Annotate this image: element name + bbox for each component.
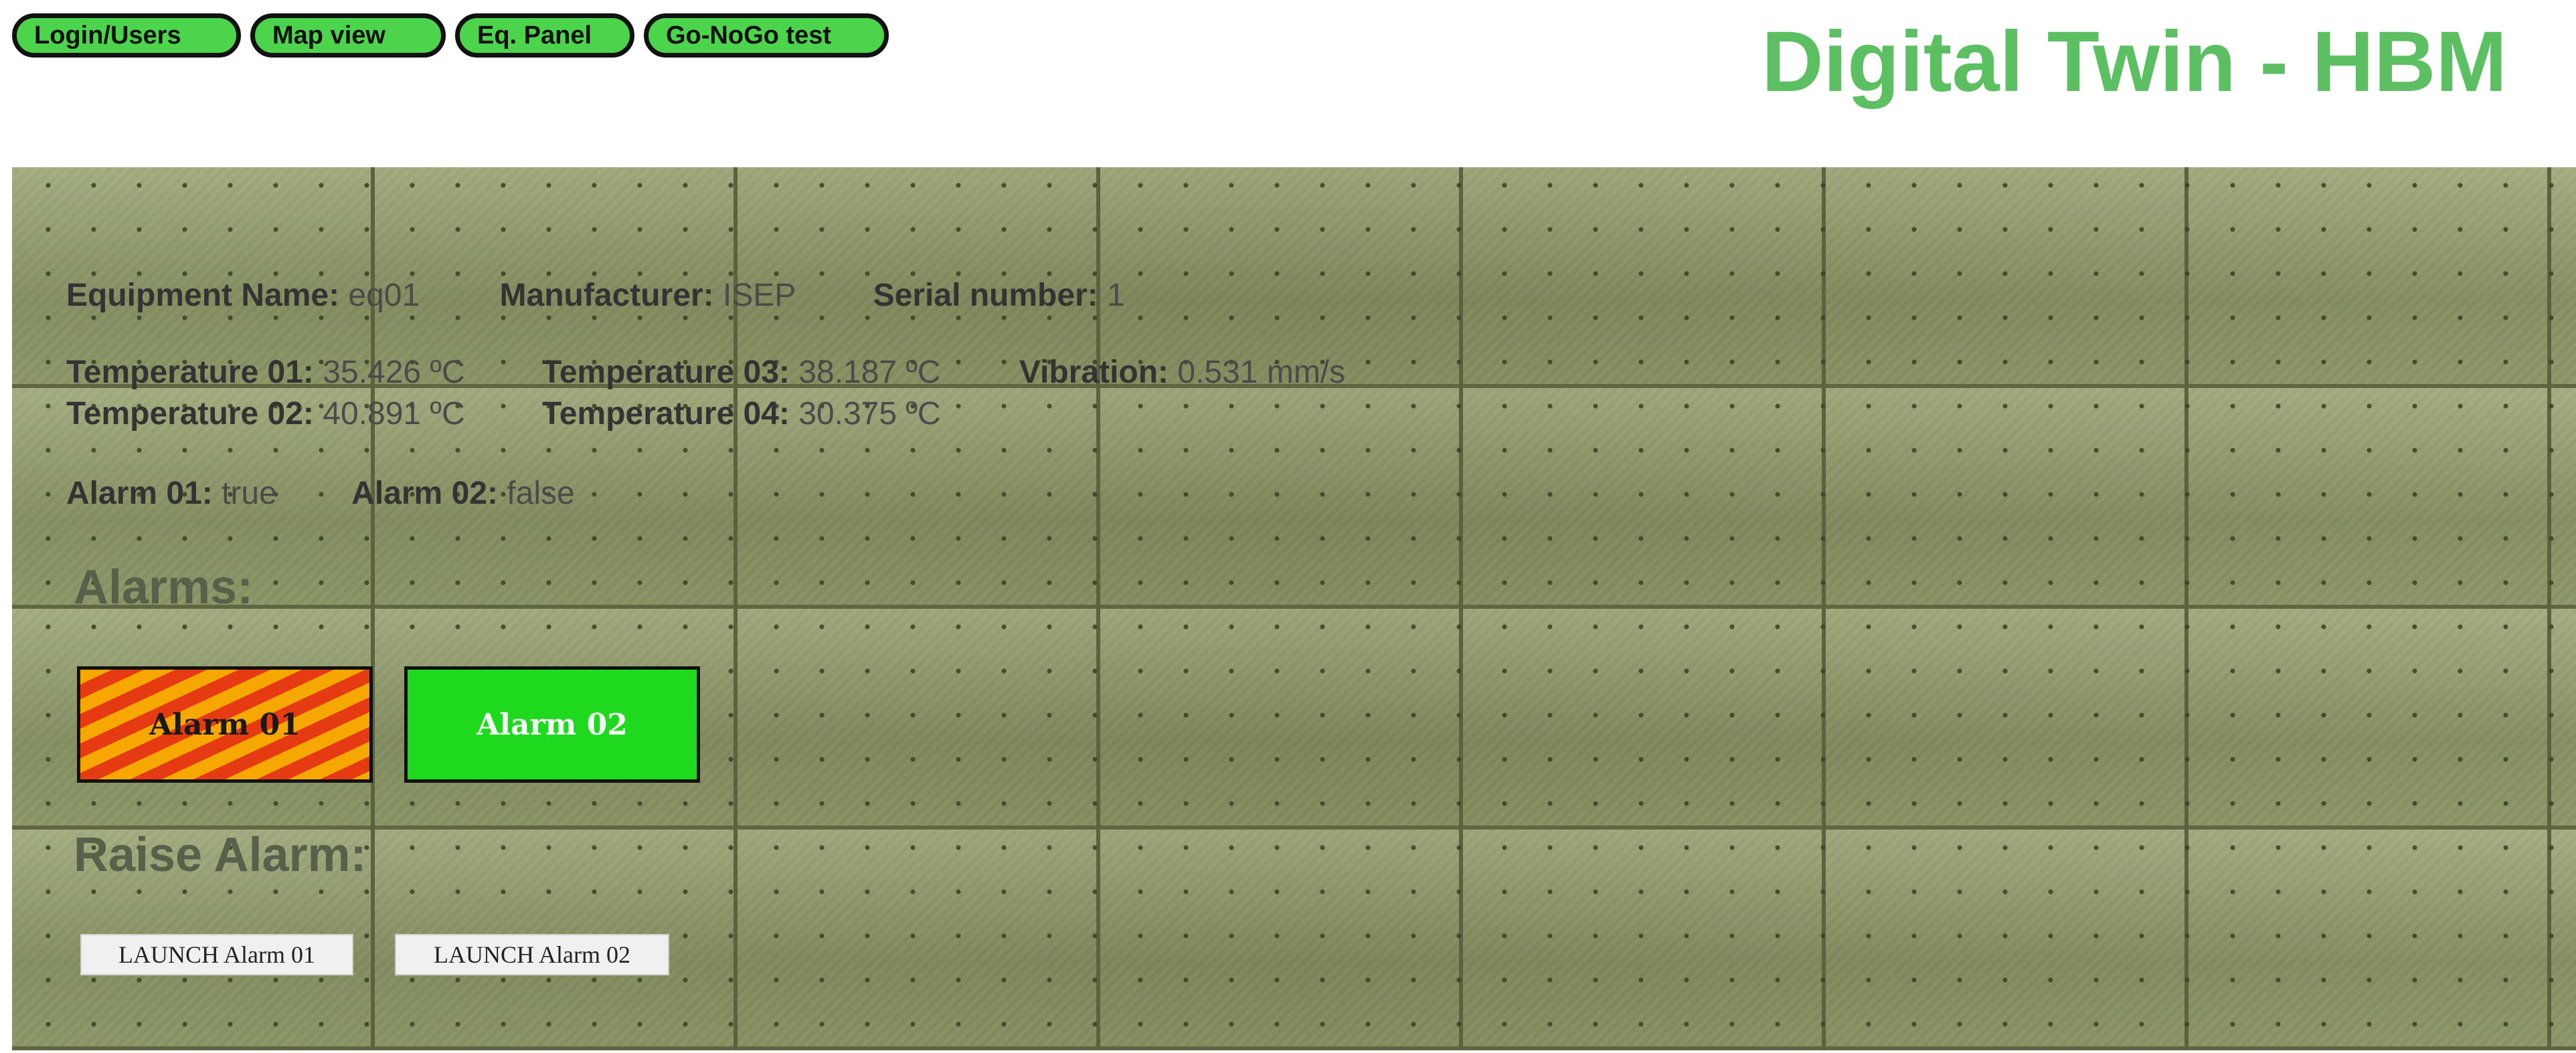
alarm-02-status-label: Alarm 02: [351, 476, 498, 511]
launch-alarm-02-button[interactable]: LAUNCH Alarm 02 [395, 934, 669, 975]
launch-alarm-01-button[interactable]: LAUNCH Alarm 01 [80, 934, 353, 975]
temperature-04-label: Temperature 04: [541, 396, 790, 432]
temperature-01-value: 35.426 ºC [323, 355, 465, 390]
alarm-02-indicator[interactable]: Alarm 02 [404, 666, 700, 783]
temperature-04-field: Temperature 04: 30.375 ºC [542, 395, 941, 433]
raise-alarm-section-title: Raise Alarm: [74, 828, 367, 882]
temperature-02-value: 40.891 ºC [323, 396, 465, 432]
alarm-02-status-field: Alarm 02: false [351, 475, 575, 512]
alarms-section-title: Alarms: [74, 561, 254, 614]
equipment-name-field: Equipment Name: eq01 [66, 277, 420, 314]
temperature-04-value: 30.375 ºC [798, 396, 941, 432]
equipment-info-row: Equipment Name: eq01 Manufacturer: ISEP … [66, 277, 1125, 314]
temperature-03-value: 38.187 ºC [798, 355, 941, 390]
alarm-02-indicator-label: Alarm 02 [477, 707, 628, 742]
nav-eq-panel-button[interactable]: Eq. Panel [455, 13, 634, 58]
manufacturer-field: Manufacturer: ISEP [500, 277, 796, 314]
alarm-01-status-label: Alarm 01: [66, 476, 213, 511]
readings-row-1: Temperature 01: 35.426 ºC Temperature 03… [66, 354, 1345, 391]
temperature-03-field: Temperature 03: 38.187 ºC [542, 354, 941, 391]
alarm-status-row: Alarm 01: true Alarm 02: false [66, 475, 575, 512]
vibration-field: Vibration: 0.531 mm/s [1019, 354, 1345, 391]
top-nav: Login/Users Map view Eq. Panel Go-NoGo t… [12, 13, 889, 58]
temperature-03-label: Temperature 03: [541, 355, 790, 390]
vibration-label: Vibration: [1019, 355, 1169, 390]
alarm-01-status-field: Alarm 01: true [66, 475, 277, 512]
temperature-01-field: Temperature 01: 35.426 ºC [66, 354, 465, 391]
alarm-01-indicator-label: Alarm 01 [149, 707, 300, 742]
page-title: Digital Twin - HBM [1762, 14, 2507, 110]
alarm-01-status-value: true [222, 476, 277, 511]
alarm-01-indicator[interactable]: Alarm 01 [77, 666, 373, 783]
equipment-name-value: eq01 [348, 278, 420, 313]
alarm-02-status-value: false [507, 476, 575, 511]
manufacturer-value: ISEP [722, 278, 796, 313]
temperature-01-label: Temperature 01: [66, 355, 314, 390]
serial-number-field: Serial number: 1 [873, 277, 1125, 314]
nav-login-users-button[interactable]: Login/Users [12, 13, 241, 58]
nav-map-view-button[interactable]: Map view [250, 13, 446, 58]
serial-number-value: 1 [1107, 278, 1125, 313]
temperature-02-field: Temperature 02: 40.891 ºC [66, 395, 465, 433]
serial-number-label: Serial number: [873, 278, 1098, 313]
temperature-02-label: Temperature 02: [66, 396, 314, 432]
readings-row-2: Temperature 02: 40.891 ºC Temperature 04… [66, 395, 941, 433]
nav-go-nogo-test-button[interactable]: Go-NoGo test [644, 13, 889, 58]
app-root: Login/Users Map view Eq. Panel Go-NoGo t… [0, 0, 2576, 1053]
manufacturer-label: Manufacturer: [499, 278, 714, 313]
vibration-value: 0.531 mm/s [1177, 355, 1346, 390]
equipment-name-label: Equipment Name: [66, 278, 340, 313]
